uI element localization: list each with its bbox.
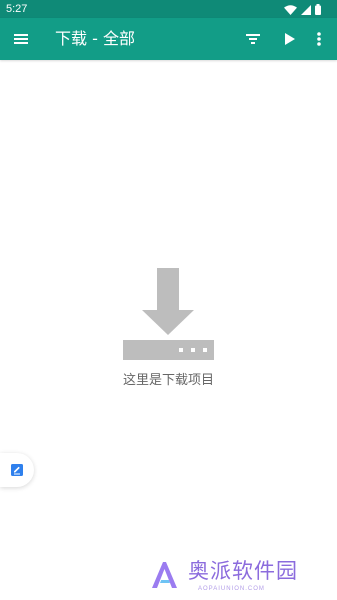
empty-state-message: 这里是下载项目 xyxy=(122,373,214,388)
watermark-name: 奥派软件园 xyxy=(188,559,298,583)
status-icons xyxy=(284,3,321,15)
site-watermark: 奥派软件园 AOPAIUNION.COM xyxy=(150,558,330,594)
filter-button[interactable] xyxy=(244,30,262,48)
battery-icon xyxy=(315,0,321,19)
more-options-button[interactable] xyxy=(312,30,326,48)
toolbar-title: 下载 - 全部 xyxy=(55,29,135,48)
watermark-domain: AOPAIUNION.COM xyxy=(198,586,265,592)
signal-icon xyxy=(301,0,311,19)
play-button[interactable] xyxy=(280,30,298,48)
app-toolbar: 下载 - 全部 xyxy=(0,18,337,60)
more-vertical-icon xyxy=(312,32,326,52)
menu-button[interactable] xyxy=(12,30,30,48)
download-icon xyxy=(123,268,214,360)
filter-icon xyxy=(244,33,262,52)
aopai-logo-icon xyxy=(150,559,178,589)
menu-icon xyxy=(12,33,30,52)
status-bar: 5:27 xyxy=(0,0,337,18)
floating-edit-button[interactable] xyxy=(0,453,34,487)
status-time: 5:27 xyxy=(6,3,28,15)
play-icon xyxy=(280,33,298,52)
wifi-icon xyxy=(284,0,297,19)
